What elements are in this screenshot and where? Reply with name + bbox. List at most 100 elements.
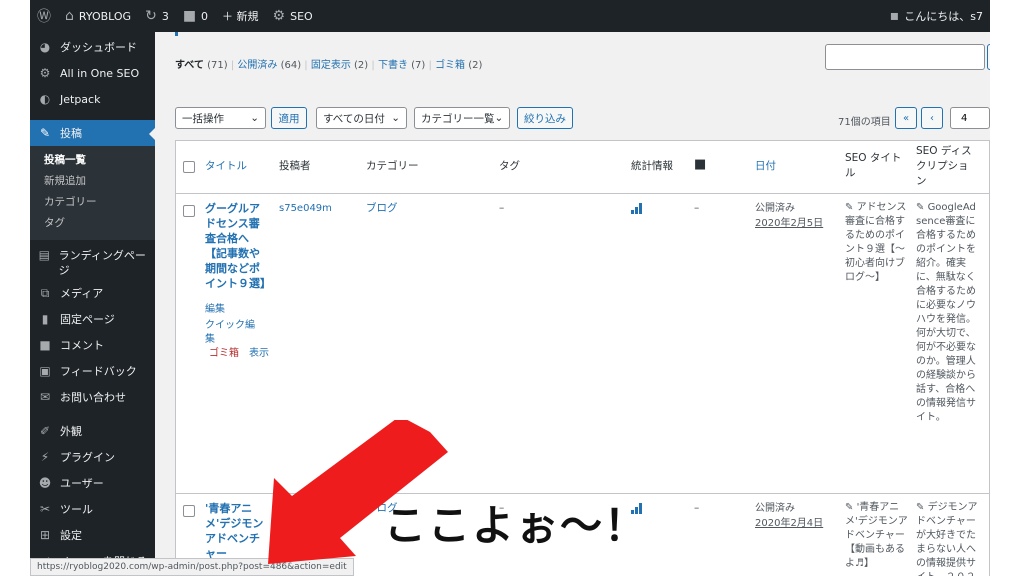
media-icon: ⧉ — [40, 285, 50, 300]
view-draft[interactable]: 下書き — [378, 60, 408, 71]
chevron-down-icon: ⌄ — [250, 112, 259, 124]
column-author-header: 投稿者 — [279, 160, 311, 172]
menu-label: フィードバック — [60, 365, 137, 378]
seo-desc-value: ✎ デジモンアドベンチャーが大好きでたまらない人への情報提供サイト。２０２０年は — [916, 501, 980, 576]
view-published-count: (64) — [280, 60, 302, 71]
landing-page-icon: ▤ — [38, 248, 50, 262]
view-sticky-count: (2) — [354, 60, 369, 71]
separator: | — [371, 60, 375, 71]
menu-comments[interactable]: ■ コメント — [30, 332, 155, 358]
wrench-icon: ✂ — [39, 502, 51, 516]
menu-label: 固定ページ — [60, 313, 115, 326]
menu-users[interactable]: ☻ ユーザー — [30, 470, 155, 496]
view-trash[interactable]: ゴミ箱 — [435, 60, 465, 71]
post-title-link[interactable]: '青春アニメ'デジモンアドベンチャー — [205, 501, 267, 561]
bulk-action-select[interactable]: 一括操作 ⌄ — [175, 107, 266, 129]
updates-count: 3 — [161, 9, 169, 23]
avatar-icon: ▪ — [889, 8, 900, 24]
search-posts-input[interactable] — [825, 44, 985, 70]
wp-logo-button[interactable]: Ⓦ — [30, 0, 58, 32]
menu-label: 投稿 — [60, 127, 82, 140]
notice-strip — [175, 32, 990, 36]
menu-appearance[interactable]: ✐ 外観 — [30, 418, 155, 444]
menu-label: ランディングページ — [58, 249, 146, 277]
updates-link[interactable]: ↻ 3 — [138, 0, 176, 32]
category-link[interactable]: ブログ — [366, 201, 398, 216]
select-all-checkbox[interactable] — [183, 161, 195, 173]
home-icon: ⌂ — [65, 8, 74, 24]
annotation-caption: ここよぉ〜！ — [384, 501, 649, 550]
column-seo-title-header: SEO タイトル — [845, 152, 902, 179]
menu-feedback[interactable]: ▣ フィードバック — [30, 358, 155, 384]
pencil-icon[interactable]: ✎ — [916, 502, 928, 513]
category-filter-select[interactable]: カテゴリー一覧 ⌄ — [414, 107, 510, 129]
menu-aioseo[interactable]: ⚙ All in One SEO — [30, 60, 155, 86]
gear-icon: ⚙ — [272, 8, 286, 24]
apply-button[interactable]: 適用 — [271, 107, 307, 129]
menu-contact[interactable]: ✉ お問い合わせ — [30, 384, 155, 410]
menu-landing-pages[interactable]: ▤ ランディングページ — [30, 244, 155, 280]
menu-label: プラグイン — [60, 451, 115, 464]
date-filter-select[interactable]: すべての日付 ⌄ — [316, 107, 407, 129]
new-content-link[interactable]: ＋ 新規 — [215, 0, 266, 32]
comments-count: 0 — [201, 9, 209, 23]
plugin-icon: ⚡ — [40, 450, 50, 464]
comment-column-icon[interactable]: ■ — [694, 157, 706, 172]
quick-edit-link[interactable]: クイック編集 — [205, 319, 261, 347]
menu-jetpack[interactable]: ◐ Jetpack — [30, 86, 155, 112]
my-account-link[interactable]: ▪ こんにちは、s7 — [883, 0, 990, 32]
site-name-link[interactable]: ⌂ RYOBLOG — [58, 0, 138, 32]
current-page-input[interactable]: 4 — [950, 107, 990, 129]
menu-label: 外観 — [60, 425, 82, 438]
submenu-add-new[interactable]: 新規追加 — [30, 171, 155, 192]
view-sticky[interactable]: 固定表示 — [311, 60, 351, 71]
menu-pages[interactable]: ▮ 固定ページ — [30, 306, 155, 332]
menu-plugins[interactable]: ⚡ プラグイン — [30, 444, 155, 470]
comments-value: – — [694, 202, 700, 214]
post-status: 公開済み — [755, 503, 795, 514]
wordpress-icon: Ⓦ — [37, 9, 51, 25]
filter-button[interactable]: 絞り込み — [517, 107, 573, 129]
prev-page-button[interactable]: ‹ — [921, 107, 943, 129]
column-tags-header: タグ — [499, 160, 520, 172]
menu-tools[interactable]: ✂ ツール — [30, 496, 155, 522]
stats-chart-icon[interactable] — [631, 203, 642, 219]
submenu-categories[interactable]: カテゴリー — [30, 192, 155, 213]
menu-label: ユーザー — [60, 477, 104, 490]
view-link[interactable]: 表示 — [249, 347, 269, 361]
post-title-link[interactable]: グーグルアドセンス審査合格へ【記事数や期間などポイント９選】 — [205, 201, 271, 291]
column-title-header[interactable]: タイトル — [205, 159, 247, 174]
trash-link[interactable]: ゴミ箱 — [209, 347, 239, 361]
menu-posts[interactable]: ✎ 投稿 — [30, 120, 155, 146]
menu-label: コメント — [60, 339, 104, 352]
row-checkbox[interactable] — [183, 205, 195, 217]
menu-settings[interactable]: ⊞ 設定 — [30, 522, 155, 548]
menu-label: お問い合わせ — [60, 391, 126, 404]
menu-dashboard[interactable]: ◕ ダッシュボード — [30, 34, 155, 60]
menu-label: 設定 — [60, 529, 82, 542]
column-date-header[interactable]: 日付 — [755, 159, 776, 174]
row-checkbox[interactable] — [183, 505, 195, 517]
pencil-icon[interactable]: ✎ — [845, 202, 857, 213]
pencil-icon[interactable]: ✎ — [916, 202, 928, 213]
submenu-all-posts[interactable]: 投稿一覧 — [30, 150, 155, 171]
seo-menu-link[interactable]: ⚙ SEO — [266, 0, 320, 32]
menu-media[interactable]: ⧉ メディア — [30, 280, 155, 306]
pencil-icon[interactable]: ✎ — [845, 502, 857, 513]
column-seo-desc-header: SEO ディスクリプション — [916, 145, 972, 187]
menu-label: ツール — [60, 503, 93, 516]
page-icon: ▮ — [41, 312, 49, 326]
settings-icon: ⊞ — [39, 528, 51, 542]
seo-title-value: ✎ アドセンス審査に合格するためのポイント９選【〜初心者向けブログ〜】 — [845, 201, 909, 285]
edit-link[interactable]: 編集 — [205, 303, 225, 317]
tags-value: – — [499, 202, 505, 214]
search-posts-button[interactable] — [987, 44, 990, 70]
submenu-tags[interactable]: タグ — [30, 213, 155, 234]
comments-link[interactable]: ■ 0 — [176, 0, 215, 32]
author-link[interactable]: s75e049m — [279, 201, 332, 216]
view-all[interactable]: すべて — [175, 60, 204, 71]
view-published[interactable]: 公開済み — [237, 60, 277, 71]
posts-submenu: 投稿一覧 新規追加 カテゴリー タグ — [30, 146, 155, 240]
first-page-button[interactable]: « — [895, 107, 917, 129]
mail-icon: ✉ — [39, 390, 51, 404]
